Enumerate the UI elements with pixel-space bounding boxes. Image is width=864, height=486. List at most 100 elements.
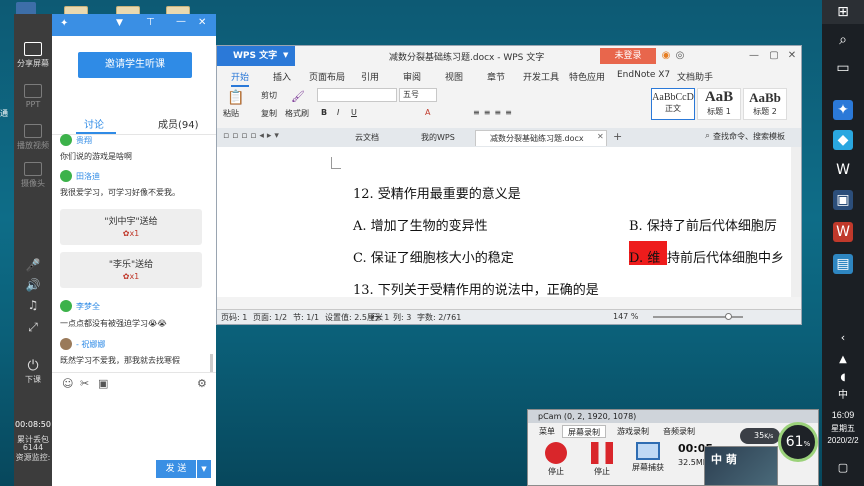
message-author[interactable]: - 祝娜娜 [76, 339, 105, 350]
notification-icon[interactable]: ▢ [833, 458, 853, 478]
send-button[interactable]: 发 送 [156, 460, 196, 478]
search-icon[interactable]: ⌕ [705, 131, 710, 141]
pause-button[interactable]: 停止 [580, 442, 624, 477]
send-options-icon[interactable]: ▼ [197, 460, 211, 478]
emoji-icon[interactable]: ☺ [62, 377, 73, 390]
document-page[interactable]: 12. 受精作用最重要的意义是 A. 增加了生物的变异性 B. 保持了前后代体细… [217, 147, 791, 297]
tab-references[interactable]: 引用 [361, 70, 379, 83]
camera-button[interactable]: 摄像头 [14, 162, 52, 189]
tab-developer[interactable]: 开发工具 [523, 70, 559, 83]
tab-screen-record[interactable]: 屏幕录制 [562, 425, 606, 438]
skin-icon[interactable]: ◉ [659, 49, 673, 63]
stop-record-button[interactable]: 停止 [534, 442, 578, 477]
share-screen-button[interactable]: 分享屏幕 [14, 42, 52, 69]
paste-button[interactable]: 粘贴 [223, 108, 239, 119]
login-button[interactable]: 未登录 [600, 48, 656, 64]
start-button[interactable]: ⊞ [822, 0, 864, 24]
maximize-icon[interactable]: ▢ [767, 49, 781, 63]
copy-button[interactable]: 复制 [261, 108, 277, 119]
close-icon[interactable]: ✕ [785, 49, 799, 63]
format-painter-button[interactable]: 格式刷 [285, 108, 309, 119]
tab-insert[interactable]: 插入 [273, 70, 291, 83]
clock-time[interactable]: 16:09 [822, 410, 864, 420]
vertical-scrollbar[interactable] [791, 147, 801, 297]
style-heading-1[interactable]: AaB 标题 1 [697, 88, 741, 120]
close-tab-icon[interactable]: ✕ [597, 132, 604, 141]
network-icon[interactable]: ▲ [833, 350, 853, 370]
avatar[interactable] [60, 134, 72, 146]
style-normal[interactable]: AaBbCcD 正文 [651, 88, 695, 120]
avatar[interactable] [60, 338, 72, 350]
tab-chapter[interactable]: 章节 [487, 70, 505, 83]
avatar[interactable] [60, 170, 72, 182]
chat-input[interactable] [58, 394, 208, 454]
music-button[interactable]: ♫ [14, 298, 52, 312]
tab-features[interactable]: 特色应用 [569, 70, 605, 83]
help-icon[interactable]: ◎ [673, 49, 687, 63]
invite-students-button[interactable]: 邀请学生听课 [78, 52, 192, 78]
zoom-slider-thumb[interactable] [725, 313, 732, 320]
app-menu-arrow-icon[interactable]: ▼ [283, 51, 288, 59]
task-view-icon[interactable]: ▭ [833, 58, 853, 78]
wps-icon[interactable]: W [833, 222, 853, 242]
new-tab-icon[interactable]: + [613, 130, 622, 143]
mic-button[interactable]: 🎤 [14, 258, 52, 272]
search-icon[interactable]: ⌕ [833, 30, 853, 50]
close-icon[interactable]: ✕ [198, 17, 206, 28]
tab-menu[interactable]: 菜单 [534, 425, 560, 438]
tab-audio-record[interactable]: 音频录制 [658, 425, 700, 438]
tab-start[interactable]: 开始 [231, 70, 250, 87]
tab-endnote[interactable]: EndNote X7 [617, 70, 670, 80]
percent-ring[interactable]: 61% [778, 422, 818, 462]
font-name-select[interactable] [317, 88, 397, 102]
tab-document[interactable]: 减数分裂基础练习题.docx [475, 130, 607, 146]
bold-button[interactable]: B [321, 108, 327, 117]
folder-icon[interactable]: ▤ [833, 254, 853, 274]
tab-cloud-docs[interactable]: 云文档 [341, 130, 379, 146]
pin-icon[interactable]: ⊤ [146, 17, 155, 28]
message-author[interactable]: 贵翔 [76, 135, 92, 146]
tab-discuss[interactable]: 讨论 [84, 116, 104, 131]
browser-icon[interactable]: ◆ [833, 130, 853, 150]
italic-button[interactable]: I [337, 108, 339, 117]
tab-my-wps[interactable]: 我的WPS [407, 130, 455, 146]
quick-access-icons[interactable]: ▫▫▫▫◂▸▾ [223, 131, 282, 141]
speed-widget[interactable]: 35K/s [740, 428, 780, 444]
volume-icon[interactable]: ◖ [833, 368, 853, 388]
settings-icon[interactable]: ⚙ [197, 377, 207, 390]
tab-page-layout[interactable]: 页面布局 [309, 70, 345, 83]
play-video-button[interactable]: 播放视频 [14, 124, 52, 151]
tray-chevron-icon[interactable]: ‹ [833, 328, 853, 348]
font-size-select[interactable]: 五号 [399, 88, 437, 102]
ppt-button[interactable]: PPT [14, 84, 52, 109]
font-color-button[interactable]: A [425, 108, 430, 117]
dropdown-icon[interactable]: ▼ [116, 18, 123, 28]
word-icon[interactable]: W [833, 160, 853, 180]
end-class-button[interactable]: ⏻ 下课 [14, 358, 52, 385]
zoom-level[interactable]: 147 % [613, 312, 638, 321]
cut-button[interactable]: 剪切 [261, 90, 277, 101]
paste-icon[interactable]: 📋 [227, 90, 244, 106]
image-icon[interactable]: ▣ [98, 377, 108, 390]
tab-members[interactable]: 成员(94) [158, 116, 199, 131]
avatar[interactable] [60, 300, 72, 312]
message-author[interactable]: 田洛迪 [76, 171, 100, 182]
brush-icon[interactable]: 🖌 [291, 90, 305, 103]
tab-view[interactable]: 视图 [445, 70, 463, 83]
align-buttons[interactable]: ≡≡≡≡ [473, 108, 516, 117]
fullscreen-button[interactable]: ⤢ [14, 320, 52, 335]
volume-button[interactable]: 🔊 [14, 278, 52, 292]
underline-button[interactable]: U [351, 108, 357, 117]
scissors-icon[interactable]: ✂ [80, 377, 89, 390]
minimize-icon[interactable]: — [176, 16, 186, 27]
tab-review[interactable]: 审阅 [403, 70, 421, 83]
style-heading-2[interactable]: AaBb 标题 2 [743, 88, 787, 120]
chat-scrollbar[interactable] [210, 354, 213, 372]
tab-game-record[interactable]: 游戏录制 [612, 425, 654, 438]
ime-icon[interactable]: 中 [833, 386, 853, 406]
message-author[interactable]: 李梦全 [76, 301, 100, 312]
command-search[interactable]: 查找命令、搜索模板 [713, 131, 785, 142]
chat-app-icon[interactable]: ✦ [833, 100, 853, 120]
tab-doc-assistant[interactable]: 文档助手 [677, 70, 713, 83]
bandicam-icon[interactable]: ▣ [833, 190, 853, 210]
